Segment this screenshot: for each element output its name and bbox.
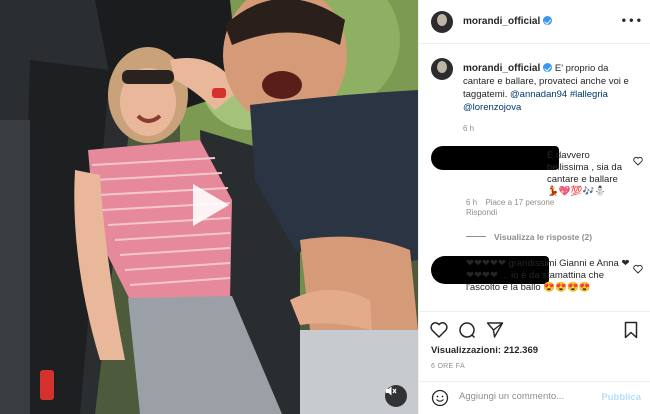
post-video[interactable] [0,0,418,414]
post-timestamp: 6 ORE FA [431,363,465,370]
post-actions: Visualizzazioni: 212.369 6 ORE FA [419,311,650,385]
speaker-muted-icon [386,386,397,396]
reply-link[interactable]: Rispondi [466,208,497,217]
play-button[interactable] [185,180,235,230]
comment-time: 6 h [466,198,478,207]
publish-button[interactable]: Pubblica [601,392,641,403]
send-icon[interactable] [485,320,505,340]
comment-icon[interactable] [457,320,477,340]
verified-badge-icon [543,63,553,72]
mute-button[interactable] [385,385,407,407]
comment-meta: 6 h Piace a 17 persone Rispondi [466,198,554,218]
comment-likes[interactable]: Piace a 17 persone [485,198,554,207]
caption-text: morandi_official E' proprio da cantare e… [463,62,641,114]
caption-username[interactable]: morandi_official [463,63,553,74]
avatar[interactable] [431,11,453,33]
view-replies-button[interactable]: Visualizza le risposte (2) [466,232,592,242]
caption-timestamp: 6 h [463,124,475,133]
redacted-commenter [431,146,559,170]
play-icon [193,184,229,226]
comment-heart-icon[interactable] [633,264,643,274]
caption-avatar[interactable] [431,58,453,80]
post-header: morandi_official • • • [419,0,650,44]
comment-text: ❤❤❤❤❤ grandissimi Gianni e Anna ❤❤❤❤❤ ..… [466,258,630,293]
heart-icon[interactable] [429,320,449,340]
add-comment-bar: Pubblica [419,381,650,414]
post-sidebar: morandi_official • • • morandi_official … [418,0,650,414]
header-username[interactable]: morandi_official [463,16,553,27]
bookmark-icon[interactable] [621,320,641,340]
comment-input[interactable] [459,391,589,402]
views-count[interactable]: Visualizzazioni: 212.369 [431,345,538,356]
comment-heart-icon[interactable] [633,156,643,166]
comment-text: È davvero bellissima , sia da cantare e … [547,150,622,197]
instagram-post-modal: morandi_official • • • morandi_official … [0,0,650,414]
verified-badge-icon [543,16,553,25]
more-options-icon[interactable]: • • • [622,13,641,27]
emoji-icon[interactable] [431,389,449,407]
